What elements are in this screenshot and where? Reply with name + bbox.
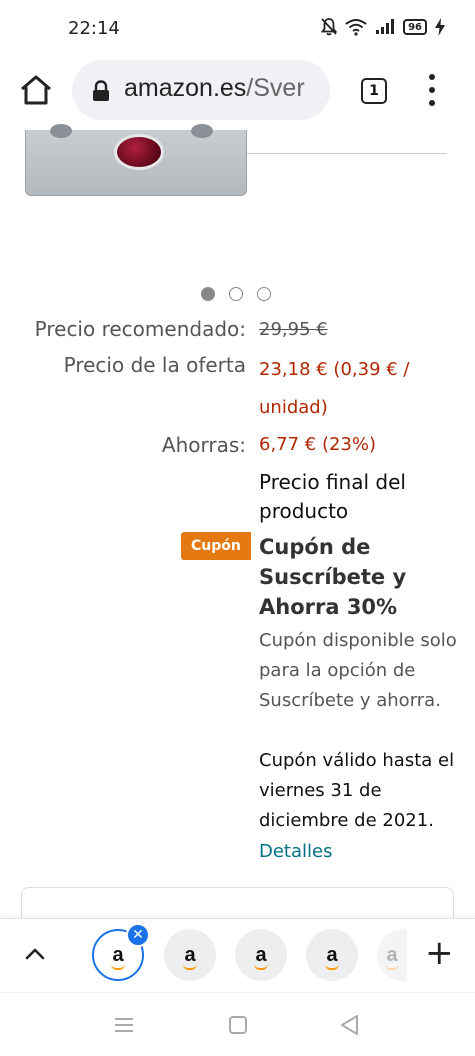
system-nav-bar (0, 992, 475, 1056)
home-nav-icon[interactable] (226, 1013, 250, 1037)
browser-toolbar: amazon.es/Sver 1 (0, 58, 475, 130)
carousel-dot[interactable] (201, 287, 215, 301)
coupon-validity: Cupón válido hasta el viernes 31 de dici… (259, 750, 455, 831)
carousel-indicator (201, 287, 271, 301)
chevron-up-icon[interactable] (24, 943, 46, 965)
new-tab-icon[interactable]: + (425, 936, 454, 970)
coupon-details-link[interactable]: Detalles (259, 841, 332, 862)
tab-thumbnail[interactable]: a (235, 929, 287, 981)
status-bar: 22:14 96 (0, 0, 475, 58)
lock-icon (93, 80, 109, 101)
tab-switcher-button[interactable]: 1 (361, 78, 387, 104)
tab-thumbnail-active[interactable]: a ✕ (92, 923, 150, 981)
url-text: amazon.es/Sver (124, 74, 305, 103)
tab-thumbnail-partial[interactable]: a (377, 929, 407, 981)
recommended-price-value: 29,95 € (259, 319, 328, 340)
product-image-secondary (247, 130, 447, 154)
final-price-note: Precio final del producto (259, 470, 406, 523)
product-image[interactable] (25, 124, 247, 196)
address-bar[interactable]: amazon.es/Sver (72, 60, 330, 120)
coupon-title: Cupón de Suscríbete y Ahorra 30% (259, 535, 407, 619)
coupon-badge: Cupón (181, 532, 251, 560)
coupon-badge-label: Cupón (191, 538, 241, 554)
tab-thumbnail[interactable]: a (306, 929, 358, 981)
url-domain: amazon.es (124, 74, 247, 102)
status-time: 22:14 (68, 18, 120, 39)
tab-strip: a ✕ a a a a + (0, 918, 475, 992)
more-menu-icon[interactable] (424, 74, 440, 106)
carousel-dot[interactable] (229, 287, 243, 301)
wifi-icon (345, 19, 367, 36)
mute-icon (321, 18, 338, 36)
back-icon[interactable] (338, 1013, 362, 1037)
product-gem (114, 134, 164, 170)
recommended-price-label: Precio recomendado: (34, 317, 246, 341)
battery-indicator: 96 (403, 19, 427, 35)
amazon-logo-icon: a (325, 944, 340, 970)
amazon-logo-icon: a (385, 944, 400, 970)
charging-icon (435, 18, 445, 36)
coupon-description: Cupón disponible solo para la opción de … (259, 630, 457, 711)
offer-price-unit: unidad) (259, 397, 328, 418)
signal-icon (376, 19, 395, 34)
savings-value: 6,77 € (23%) (259, 434, 377, 455)
amazon-logo-icon: a (183, 944, 198, 970)
offer-price-value: 23,18 € (0,39 € / (259, 359, 410, 380)
amazon-logo-icon: a (111, 944, 126, 970)
url-path: /Sver (246, 74, 305, 102)
close-tab-icon[interactable]: ✕ (126, 923, 150, 947)
home-icon[interactable] (18, 72, 54, 108)
savings-label: Ahorras: (161, 433, 246, 457)
tab-thumbnail[interactable]: a (164, 929, 216, 981)
status-icons: 96 (321, 18, 445, 36)
recents-icon[interactable] (112, 1013, 136, 1037)
amazon-logo-icon: a (254, 944, 269, 970)
offer-price-label: Precio de la oferta (63, 353, 246, 377)
carousel-dot[interactable] (257, 287, 271, 301)
